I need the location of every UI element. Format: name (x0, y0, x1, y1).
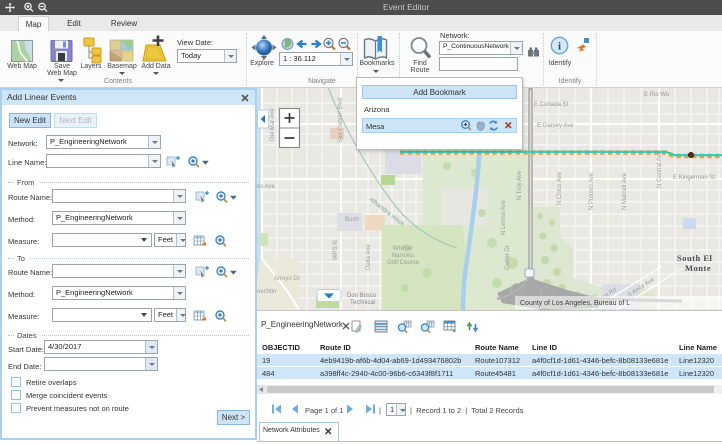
svg-text:Technical: Technical (350, 300, 375, 306)
svg-text:Golf Course: Golf Course (387, 260, 420, 266)
svg-text:Curter Dr: Curter Dr (505, 245, 511, 270)
svg-text:E Garvey Ave: E Garvey Ave (537, 123, 574, 129)
svg-text:County of Los Angeles, Bureau: County of Los Angeles, Bureau of L (520, 300, 630, 307)
svg-text:N Marcell Ave: N Marcell Ave (622, 172, 628, 210)
svg-text:Narrows: Narrows (392, 253, 414, 259)
svg-text:Del Mar Ave: Del Mar Ave (270, 108, 276, 141)
svg-text:South El: South El (677, 253, 713, 263)
svg-text:E Kingerman St: E Kingerman St (673, 175, 715, 181)
svg-text:i: i (558, 41, 561, 53)
svg-text:N Troy Ave: N Troy Ave (517, 170, 523, 200)
svg-text:Delta Ave: Delta Ave (366, 244, 372, 270)
svg-text:nechtin: nechtin (257, 289, 276, 295)
svg-text:Arroyo Dr: Arroyo Dr (274, 276, 300, 282)
svg-text:Bush: Bush (345, 217, 359, 223)
svg-text:E Rio Wo: E Rio Wo (644, 92, 670, 98)
svg-text:San Gabriel Blvd: San Gabriel Blvd (338, 98, 344, 143)
svg-text:Whittier: Whittier (393, 246, 413, 252)
svg-text:N Central Ave: N Central Ave (657, 150, 663, 188)
svg-text:N Potrero Ave: N Potrero Ave (589, 172, 595, 210)
svg-text:Monte: Monte (685, 263, 711, 273)
svg-text:es Ave: es Ave (257, 184, 276, 190)
svg-text:E Cortada St: E Cortada St (534, 102, 569, 108)
svg-text:WPS N: WPS N (333, 240, 339, 260)
svg-text:N Chico Ave: N Chico Ave (557, 171, 563, 205)
svg-text:N Lerma Ave: N Lerma Ave (501, 200, 507, 235)
svg-text:Don Bosco: Don Bosco (347, 293, 377, 299)
